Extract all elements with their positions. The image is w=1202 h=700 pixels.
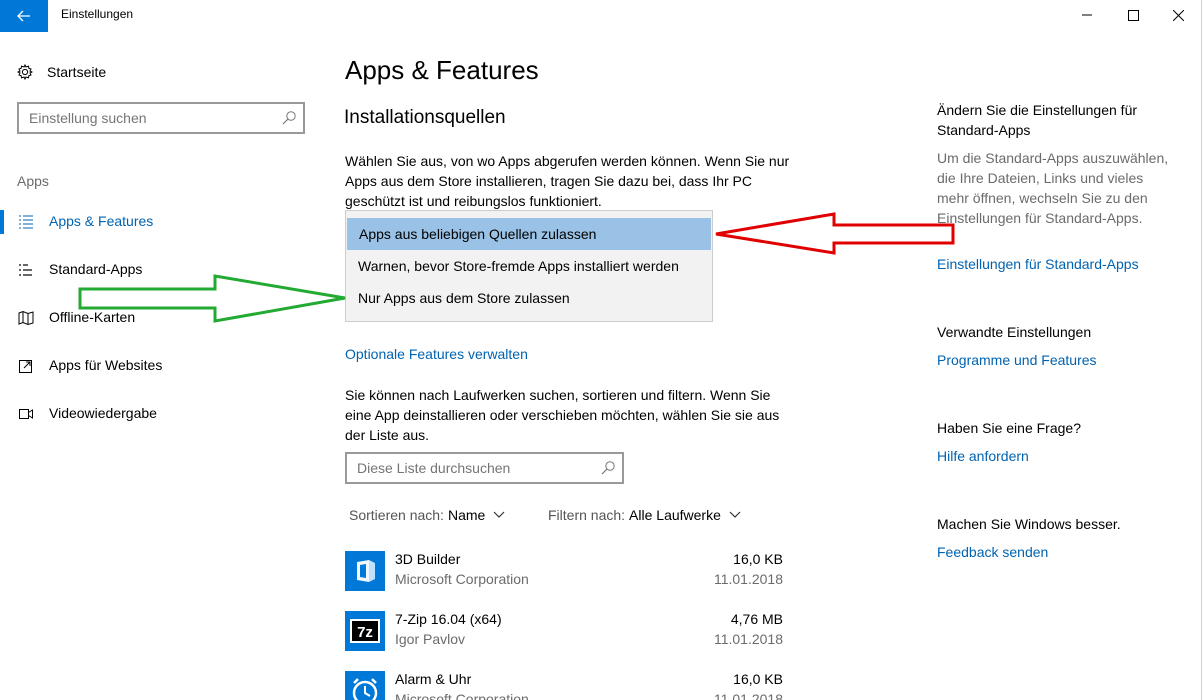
app-date: 11.01.2018	[713, 631, 783, 647]
chevron-down-icon	[493, 511, 505, 518]
search-icon[interactable]	[600, 460, 616, 476]
default-apps-description-text: Um die Standard-Apps auszuwählen, die Ih…	[937, 150, 1169, 226]
app-name: 3D Builder	[395, 551, 461, 567]
app-size: 16,0 KB	[733, 671, 783, 687]
settings-search-box[interactable]	[17, 102, 305, 134]
back-button[interactable]	[0, 0, 48, 32]
maximize-button[interactable]	[1110, 0, 1156, 30]
sidebar-home[interactable]: Startseite	[17, 62, 106, 82]
default-apps-icon	[19, 264, 32, 276]
app-date: 11.01.2018	[713, 571, 783, 587]
alarm-clock-icon	[345, 671, 385, 700]
close-button[interactable]	[1155, 0, 1201, 30]
minimize-button[interactable]	[1064, 0, 1110, 30]
back-arrow-icon	[17, 10, 30, 22]
install-sources-title: Installationsquellen	[344, 107, 506, 128]
list-icon	[19, 215, 33, 229]
filter-value: Alle Laufwerke	[629, 507, 721, 523]
sort-label: Sortieren nach:	[349, 507, 444, 523]
app-list-item[interactable]: 3D Builder Microsoft Corporation 16,0 KB…	[345, 551, 785, 601]
app-publisher: Microsoft Corporation	[395, 691, 529, 700]
feedback-heading-text: Machen Sie Windows besser.	[937, 516, 1121, 532]
title-bar: Einstellungen	[0, 0, 1202, 32]
sidebar-item-apps-websites[interactable]: Apps für Websites	[0, 354, 330, 378]
dropdown-option-store-only[interactable]: Nur Apps aus dem Store zulassen	[346, 282, 712, 314]
dropdown-option-warn[interactable]: Warnen, bevor Store-fremde Apps installi…	[346, 250, 712, 282]
app-publisher: Microsoft Corporation	[395, 571, 529, 587]
app-name: Alarm & Uhr	[395, 671, 472, 687]
app-list-item[interactable]: Alarm & Uhr Microsoft Corporation 16,0 K…	[345, 671, 785, 700]
active-indicator	[0, 210, 4, 234]
filter-label: Filtern nach:	[548, 507, 626, 523]
sidebar-item-label: Apps für Websites	[49, 357, 163, 373]
feedback-heading: Machen Sie Windows besser.	[937, 514, 1177, 534]
related-settings-heading-text: Verwandte Einstellungen	[937, 324, 1092, 340]
optional-features-link[interactable]: Optionale Features verwalten	[345, 346, 528, 362]
app-list-search-box[interactable]	[345, 452, 624, 484]
7zip-icon: 7z	[345, 611, 385, 651]
sidebar-item-apps-features[interactable]: Apps & Features	[0, 210, 330, 234]
sidebar-item-offline-maps[interactable]: Offline-Karten	[0, 306, 330, 330]
install-sources-description: Wählen Sie aus, von wo Apps abgerufen we…	[345, 153, 790, 209]
app-list-item[interactable]: 7z 7-Zip 16.04 (x64) Igor Pavlov 4,76 MB…	[345, 611, 785, 661]
app-list-search-input[interactable]	[347, 454, 592, 482]
app-list-description: Sie können nach Laufwerken suchen, sorti…	[345, 387, 780, 443]
app-size: 16,0 KB	[733, 551, 783, 567]
get-help-link[interactable]: Hilfe anfordern	[937, 446, 1177, 466]
sidebar-item-label: Videowiedergabe	[49, 405, 157, 421]
sidebar-item-label: Apps & Features	[49, 213, 154, 229]
default-apps-heading: Ändern Sie die Einstellungen für Standar…	[937, 100, 1177, 140]
sidebar: Startseite Apps Apps & Features Standard…	[0, 32, 330, 700]
video-icon	[19, 409, 33, 419]
default-apps-description: Um die Standard-Apps auszuwählen, die Ih…	[937, 148, 1177, 228]
gear-icon	[17, 64, 33, 80]
sidebar-item-standard-apps[interactable]: Standard-Apps	[0, 258, 330, 282]
red-annotation-arrow	[715, 212, 955, 255]
sidebar-section-label: Apps	[17, 173, 49, 189]
question-heading: Haben Sie eine Frage?	[937, 418, 1177, 438]
settings-search-input[interactable]	[19, 104, 269, 132]
3d-builder-icon	[345, 551, 385, 591]
sidebar-item-label: Offline-Karten	[49, 309, 136, 325]
svg-text:7z: 7z	[357, 624, 373, 641]
sidebar-home-label: Startseite	[47, 64, 107, 80]
minimize-icon	[1082, 14, 1092, 16]
dropdown-option-any-source[interactable]: Apps aus beliebigen Quellen zulassen	[347, 218, 711, 250]
feedback-link[interactable]: Feedback senden	[937, 542, 1177, 562]
window-title: Einstellungen	[61, 7, 134, 21]
app-date: 11.01.2018	[713, 691, 783, 700]
question-heading-text: Haben Sie eine Frage?	[937, 420, 1081, 436]
default-apps-heading-text: Ändern Sie die Einstellungen für Standar…	[937, 102, 1138, 138]
sort-dropdown[interactable]: Sortieren nach: Name	[349, 507, 505, 523]
chevron-down-icon	[729, 511, 741, 518]
programs-features-link[interactable]: Programme und Features	[937, 350, 1177, 370]
maximize-icon	[1127, 9, 1139, 21]
map-icon	[18, 310, 34, 326]
search-icon[interactable]	[281, 110, 297, 126]
sidebar-item-label: Standard-Apps	[49, 261, 143, 277]
install-source-dropdown[interactable]: Apps aus beliebigen Quellen zulassen War…	[345, 210, 713, 322]
app-publisher: Igor Pavlov	[395, 631, 466, 647]
filter-dropdown[interactable]: Filtern nach: Alle Laufwerke	[548, 507, 741, 523]
page-title: Apps & Features	[345, 55, 539, 85]
app-name: 7-Zip 16.04 (x64)	[395, 611, 502, 627]
sidebar-item-video-playback[interactable]: Videowiedergabe	[0, 402, 330, 426]
related-settings-heading: Verwandte Einstellungen	[937, 322, 1177, 342]
sort-value: Name	[447, 507, 486, 523]
open-in-icon	[19, 360, 32, 373]
app-size: 4,76 MB	[730, 611, 783, 627]
close-icon	[1172, 9, 1184, 21]
default-apps-settings-link[interactable]: Einstellungen für Standard-Apps	[937, 254, 1177, 274]
